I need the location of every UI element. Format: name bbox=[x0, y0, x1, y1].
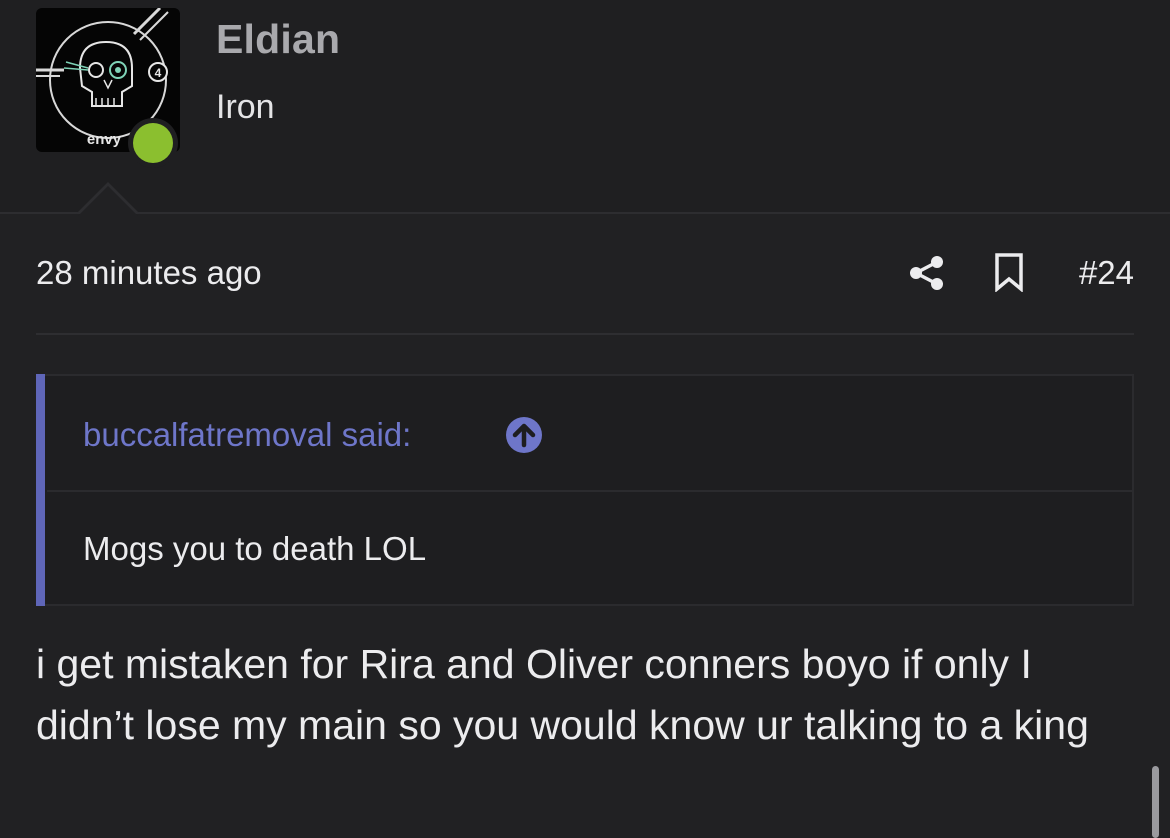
meta-divider bbox=[36, 333, 1134, 335]
username[interactable]: Eldian bbox=[216, 16, 340, 63]
post-number-link[interactable]: #24 bbox=[1068, 254, 1134, 292]
quote-header: buccalfatremoval said: bbox=[47, 376, 1132, 492]
avatar-count: 4 bbox=[155, 66, 162, 80]
header-pointer-fill bbox=[78, 186, 138, 216]
scrollbar[interactable] bbox=[1152, 766, 1159, 838]
quote-block: buccalfatremoval said: Mogs you to death… bbox=[36, 374, 1134, 606]
message-text: i get mistaken for Rira and Oliver conne… bbox=[36, 641, 1089, 748]
arrow-up-circle-icon[interactable] bbox=[505, 416, 543, 454]
user-header: 4 envy Eldian Iron bbox=[0, 0, 1170, 214]
online-status-dot bbox=[128, 118, 178, 168]
post-page: 4 envy Eldian Iron 28 minutes ago #24 bu… bbox=[0, 0, 1170, 838]
post-timestamp[interactable]: 28 minutes ago bbox=[36, 254, 262, 292]
quote-text: Mogs you to death LOL bbox=[83, 530, 427, 567]
share-icon[interactable] bbox=[908, 254, 946, 292]
quote-author-link[interactable]: buccalfatremoval said: bbox=[83, 416, 411, 454]
quote-accent-bar bbox=[36, 374, 45, 606]
user-title: Iron bbox=[216, 88, 275, 126]
avatar-badge-text: envy bbox=[87, 131, 122, 148]
bookmark-icon[interactable] bbox=[992, 252, 1026, 292]
